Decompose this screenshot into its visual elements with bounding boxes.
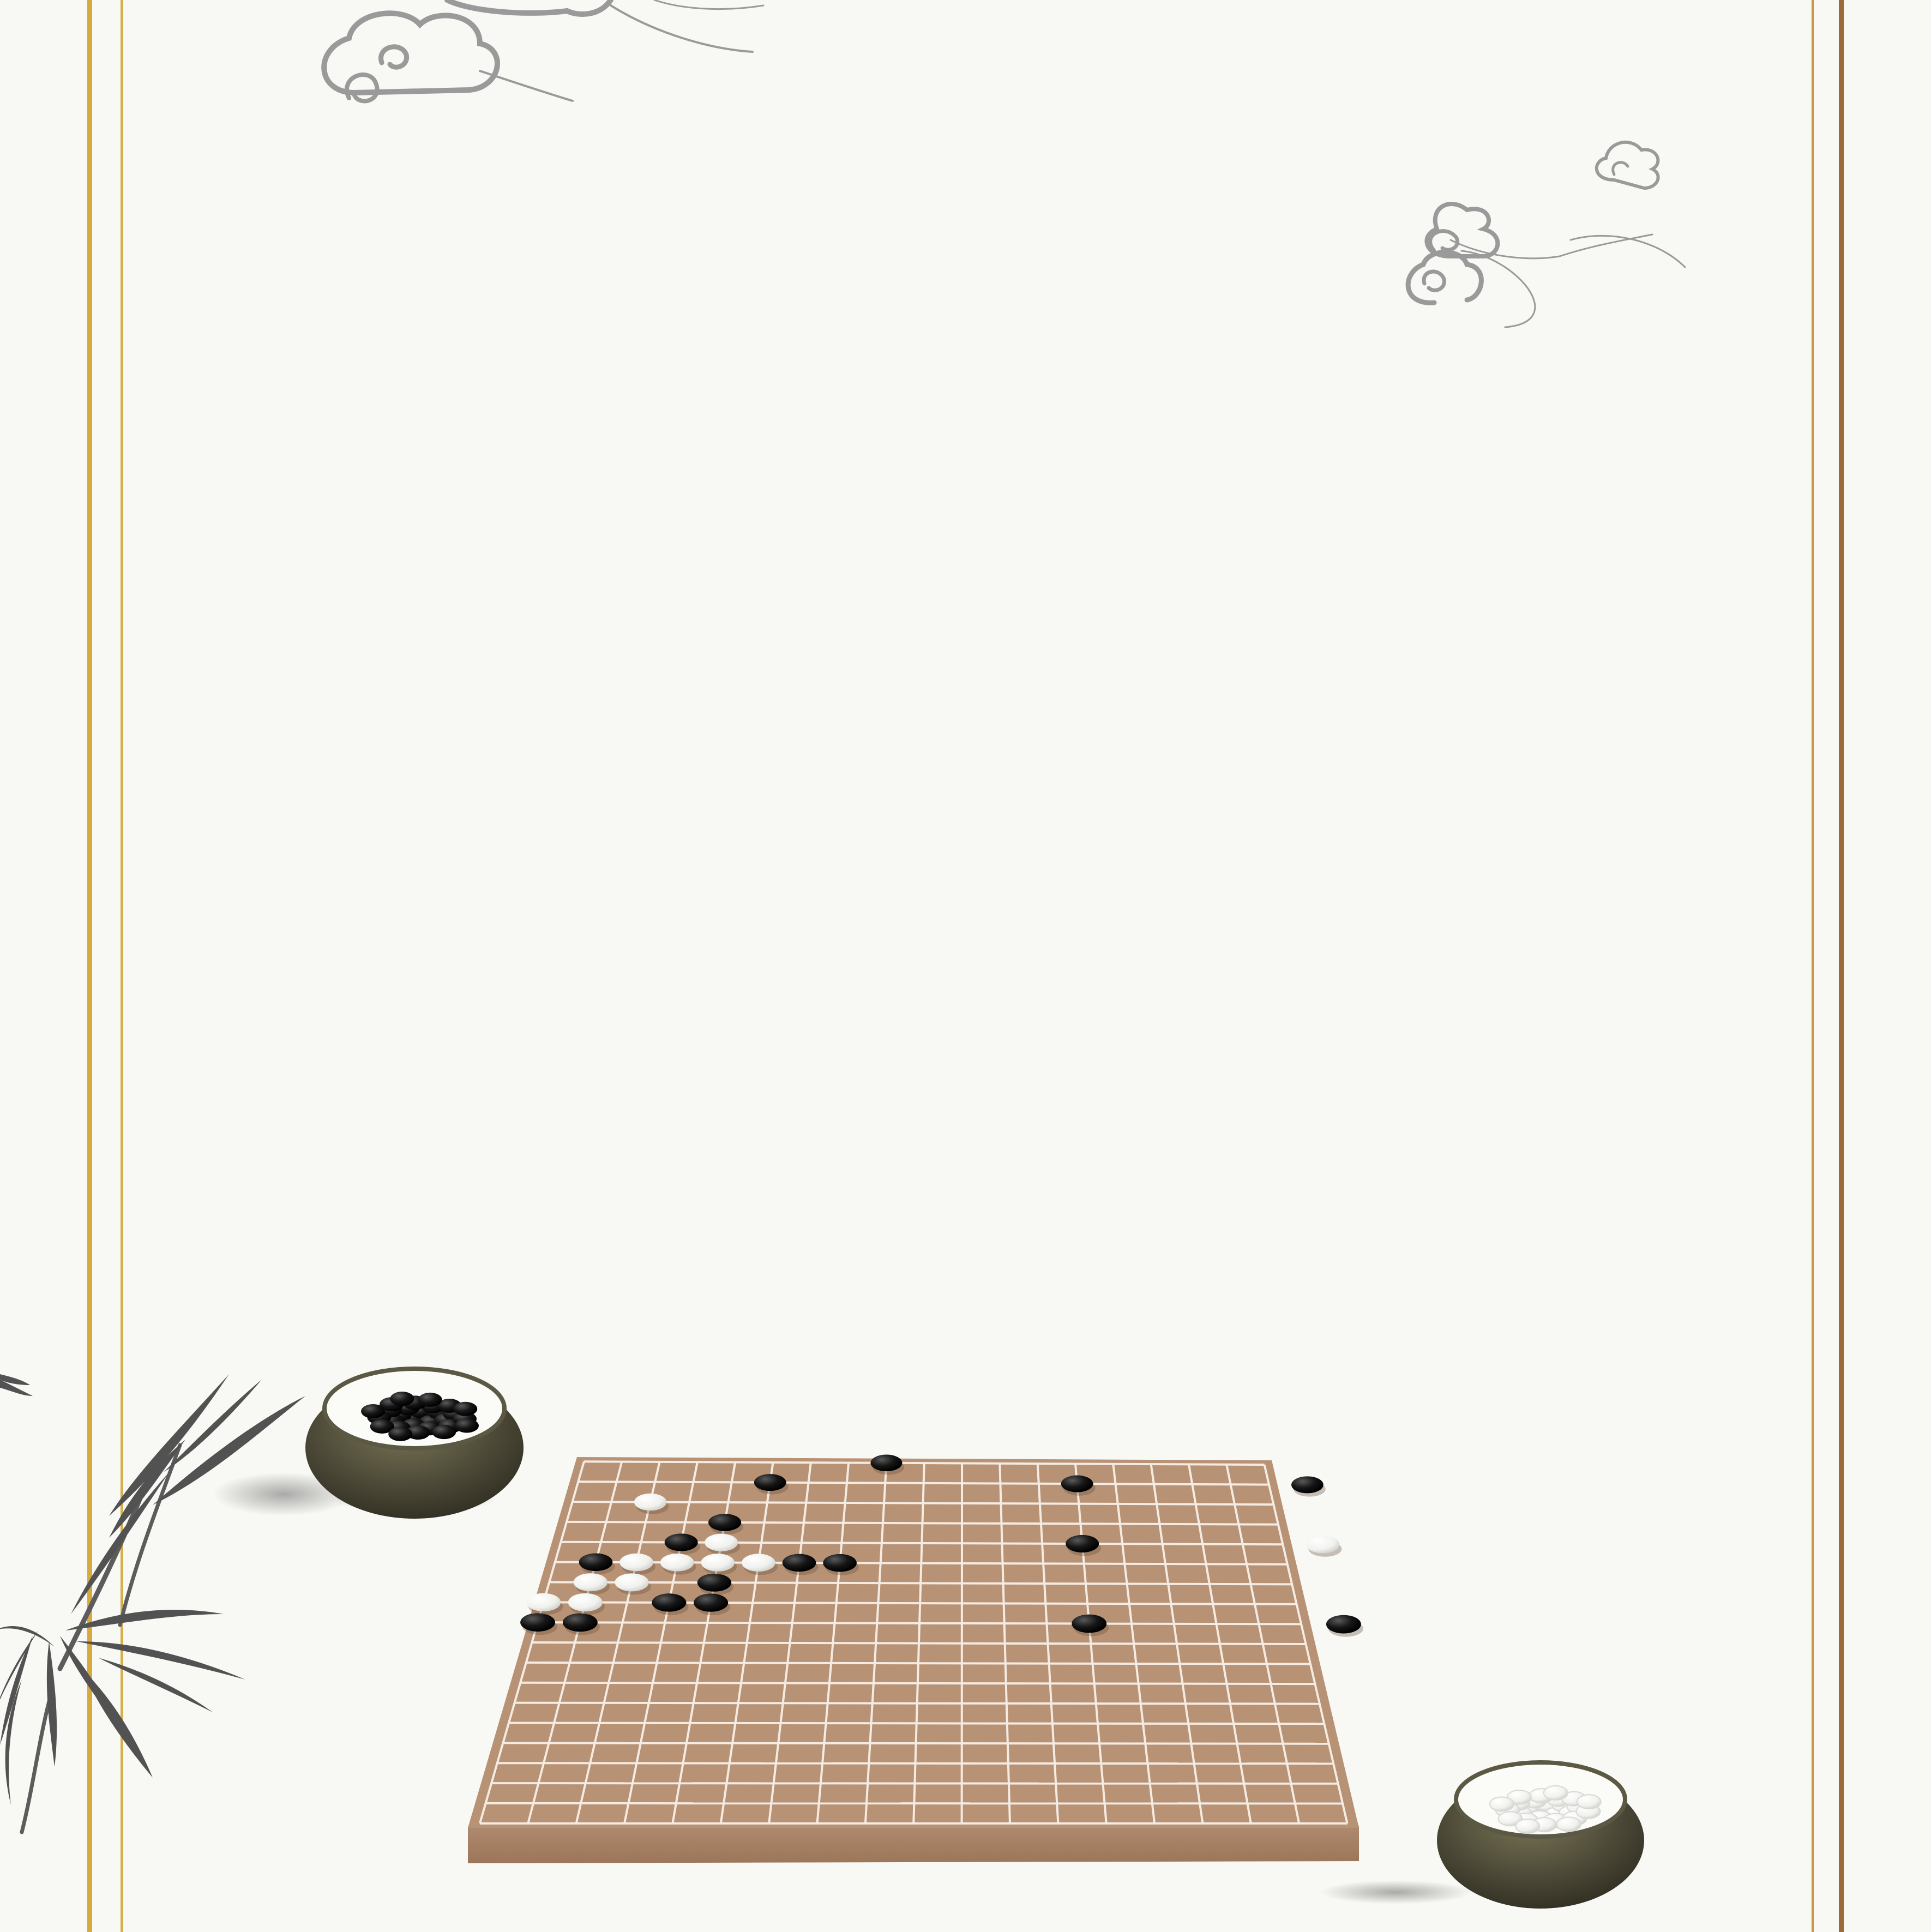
black-stone bbox=[697, 1573, 732, 1592]
white-bowl-stone bbox=[1543, 1785, 1568, 1801]
black-bowl-stone bbox=[361, 1404, 386, 1419]
white-stone bbox=[619, 1553, 653, 1572]
black-bowl-stone bbox=[453, 1401, 478, 1416]
white-stone bbox=[660, 1553, 694, 1572]
go-board bbox=[468, 1454, 1363, 1863]
black-stone bbox=[823, 1554, 857, 1572]
black-stone-bowl bbox=[305, 1367, 524, 1519]
black-stone bbox=[1072, 1614, 1107, 1633]
black-stone bbox=[1061, 1475, 1093, 1492]
white-stone bbox=[568, 1593, 603, 1612]
board-side bbox=[468, 1826, 1359, 1863]
grid-line-horizontal bbox=[491, 1782, 1338, 1785]
black-stone bbox=[782, 1554, 816, 1572]
cloud-top-right bbox=[1405, 140, 1686, 328]
black-stone bbox=[754, 1474, 786, 1491]
go-scene bbox=[0, 0, 1686, 1909]
black-bowl-stone bbox=[418, 1392, 442, 1407]
black-bowl-stone bbox=[432, 1425, 456, 1440]
black-stone bbox=[579, 1553, 613, 1572]
black-stone bbox=[562, 1613, 598, 1632]
grid-line-horizontal bbox=[497, 1762, 1334, 1765]
black-stone bbox=[1066, 1534, 1099, 1553]
black-bowl-stone bbox=[454, 1418, 479, 1433]
black-stone bbox=[664, 1533, 698, 1551]
black-stone bbox=[870, 1454, 903, 1472]
black-bowl-stone bbox=[388, 1427, 413, 1441]
white-stone bbox=[742, 1554, 775, 1572]
white-stone bbox=[634, 1493, 667, 1511]
black-stone bbox=[693, 1593, 729, 1612]
black-stone bbox=[1291, 1476, 1324, 1494]
grid-line-horizontal bbox=[526, 1661, 1310, 1665]
cloud-top-left bbox=[321, 0, 765, 104]
black-stone bbox=[520, 1613, 555, 1632]
bamboo bbox=[0, 1374, 354, 1834]
white-stone bbox=[1306, 1536, 1340, 1554]
grid-line-horizontal bbox=[520, 1681, 1315, 1686]
black-bowl-stone bbox=[390, 1392, 414, 1406]
white-stone bbox=[701, 1554, 735, 1572]
grid-line-horizontal bbox=[509, 1722, 1325, 1725]
black-stone bbox=[708, 1513, 742, 1531]
white-bowl-stone bbox=[1556, 1816, 1581, 1832]
white-bowl-stone bbox=[1489, 1796, 1514, 1812]
white-stone bbox=[615, 1573, 649, 1592]
white-stone bbox=[573, 1573, 608, 1592]
white-stone bbox=[705, 1533, 738, 1551]
white-bowl-stone bbox=[1576, 1794, 1602, 1810]
white-stone bbox=[526, 1593, 561, 1612]
bowl-shadow bbox=[1320, 1880, 1472, 1904]
white-stone-bowl bbox=[1320, 1760, 1644, 1909]
black-stone bbox=[1326, 1615, 1361, 1634]
white-bowl-stone bbox=[1515, 1818, 1541, 1834]
grid-line-horizontal bbox=[514, 1701, 1320, 1705]
black-stone bbox=[652, 1593, 687, 1612]
